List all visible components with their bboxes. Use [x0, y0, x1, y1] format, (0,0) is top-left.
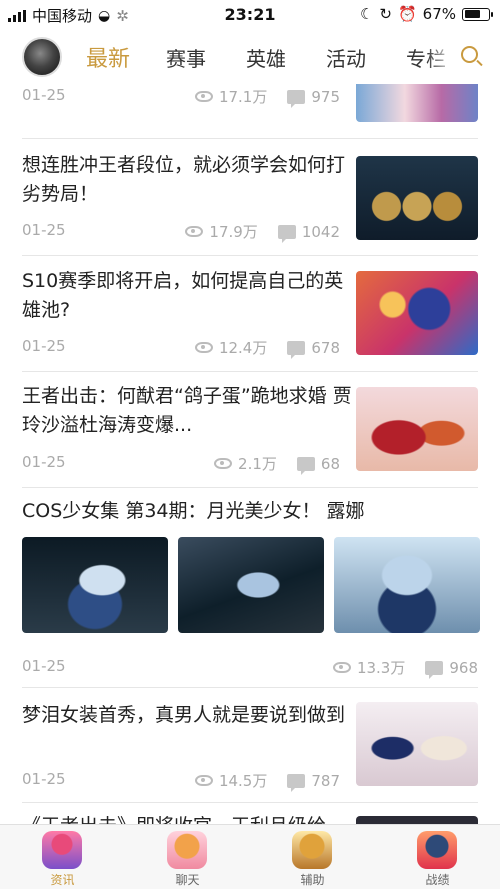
article-date: 01-25 — [22, 86, 66, 104]
comment-count: 1042 — [301, 222, 340, 241]
article-meta: 01-25 13.3万 968 — [22, 657, 478, 679]
views-icon — [194, 91, 213, 102]
rotation-lock-icon: ↻ — [379, 5, 392, 23]
search-button[interactable] — [456, 40, 486, 74]
article-thumbnail — [356, 84, 478, 122]
comment-count: 787 — [311, 771, 340, 790]
record-icon — [417, 831, 457, 869]
tab-events[interactable]: 赛事 — [164, 43, 244, 72]
views-icon — [332, 662, 351, 673]
tab-activities[interactable]: 活动 — [324, 43, 404, 72]
moon-icon: ☾ — [359, 5, 374, 23]
article-title: 王者出击：何猷君“鸽子蛋”跪地求婚 贾玲沙溢杜海涛变爆... — [22, 385, 352, 436]
article-date: 01-25 — [22, 337, 66, 355]
tab-label: 辅助 — [300, 873, 325, 887]
comment-icon — [296, 456, 315, 475]
chat-icon — [167, 831, 207, 869]
divider — [22, 487, 478, 488]
divider — [22, 802, 478, 803]
article-title: COS少女集 第34期：月光美少女！ 露娜 — [22, 500, 365, 522]
comment-count: 968 — [449, 658, 478, 677]
article-meta: 01-25 14.5万 787 — [22, 770, 340, 792]
tab-label: 聊天 — [175, 873, 200, 887]
gallery-image — [334, 537, 480, 633]
article-title: S10赛季即将开启，如何提高自己的英雄池? — [22, 270, 344, 321]
tabs-fade — [426, 30, 456, 84]
category-tabs: 最新 赛事 英雄 活动 专栏 — [84, 30, 484, 84]
view-count: 13.3万 — [356, 659, 406, 677]
comment-icon — [277, 224, 296, 243]
article-date: 01-25 — [22, 657, 66, 675]
article-thumbnail — [356, 387, 478, 471]
views-icon — [194, 342, 213, 353]
avatar[interactable] — [22, 37, 62, 77]
comment-count: 68 — [320, 454, 340, 473]
status-right: ☾ ↻ ⏰ 67% — [359, 5, 493, 23]
view-count: 17.1万 — [218, 88, 268, 106]
battery-icon — [462, 7, 493, 21]
comment-icon — [287, 773, 306, 792]
article-meta: 01-25 17.1万 975 — [22, 86, 340, 108]
battery-percent: 67% — [422, 5, 456, 23]
views-icon — [214, 458, 233, 469]
view-count: 14.5万 — [218, 772, 268, 790]
tab-label: 资讯 — [50, 873, 75, 887]
tab-chat[interactable]: 聊天 — [125, 825, 250, 889]
divider — [22, 255, 478, 256]
top-nav: 最新 赛事 英雄 活动 专栏 — [0, 30, 500, 84]
article-thumbnail — [356, 271, 478, 355]
article-title: 想连胜冲王者段位，就必须学会如何打劣势局！ — [22, 154, 346, 205]
view-count: 17.9万 — [209, 223, 258, 241]
view-count: 2.1万 — [238, 455, 277, 473]
news-feed[interactable]: 01-25 17.1万 975 想连胜冲王者段位，就必须学会如何打劣势局！ 01… — [0, 84, 500, 824]
views-icon — [194, 775, 213, 786]
gallery-image — [178, 537, 324, 633]
article-thumbnail — [356, 702, 478, 786]
comment-icon — [287, 340, 306, 359]
comment-count: 975 — [311, 87, 340, 106]
news-icon — [42, 831, 82, 869]
tab-record[interactable]: 战绩 — [375, 825, 500, 889]
status-bar: 中国移动 ◒ ✲ 23:21 ☾ ↻ ⏰ 67% — [0, 0, 500, 30]
tab-heroes[interactable]: 英雄 — [244, 43, 324, 72]
alarm-icon: ⏰ — [397, 5, 417, 23]
gallery-image — [22, 537, 168, 633]
article-title: 《王者出击》即将收官，王利旦级给 — [22, 812, 352, 824]
comment-count: 678 — [311, 338, 340, 357]
divider — [22, 371, 478, 372]
views-icon — [185, 226, 204, 237]
article-date: 01-25 — [22, 453, 66, 471]
assist-icon — [292, 831, 332, 869]
tab-latest[interactable]: 最新 — [84, 41, 164, 73]
divider — [22, 687, 478, 688]
article-meta: 01-25 12.4万 678 — [22, 337, 340, 359]
tab-news[interactable]: 资讯 — [0, 825, 125, 889]
article-title: 梦泪女装首秀，真男人就是要说到做到 — [22, 704, 346, 726]
bottom-tab-bar: 资讯 聊天 辅助 战绩 — [0, 824, 500, 889]
comment-icon — [425, 660, 444, 679]
article-date: 01-25 — [22, 221, 66, 239]
article-meta: 01-25 2.1万 68 — [22, 453, 340, 475]
divider — [22, 138, 478, 139]
article-meta: 01-25 17.9万 1042 — [22, 221, 340, 243]
view-count: 12.4万 — [218, 339, 268, 357]
tab-label: 战绩 — [425, 873, 450, 887]
tab-assist[interactable]: 辅助 — [250, 825, 375, 889]
battery-fill — [464, 10, 480, 18]
article-thumbnail — [356, 156, 478, 240]
comment-icon — [287, 89, 306, 108]
article-thumbnail — [356, 816, 478, 824]
article-date: 01-25 — [22, 770, 66, 788]
